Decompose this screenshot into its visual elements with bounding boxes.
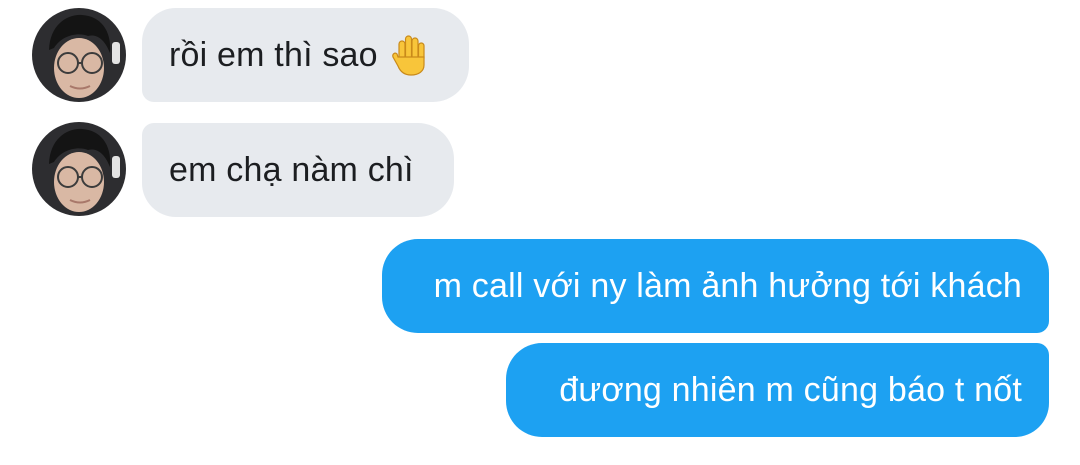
- message-text: em chạ nàm chì: [169, 150, 414, 189]
- outgoing-message-bubble[interactable]: đương nhiên m cũng báo t nốt: [506, 343, 1049, 437]
- message-text: rồi em thì sao: [169, 35, 378, 74]
- sender-avatar[interactable]: [32, 122, 126, 216]
- incoming-message-bubble[interactable]: rồi em thì sao: [142, 8, 469, 102]
- raised-hand-icon: [390, 33, 430, 77]
- message-text: đương nhiên m cũng báo t nốt: [559, 370, 1022, 409]
- outgoing-message-bubble[interactable]: m call với ny làm ảnh hưởng tới khách: [382, 239, 1049, 333]
- sender-avatar[interactable]: [32, 8, 126, 102]
- avatar-photo: [32, 8, 126, 102]
- incoming-message-bubble[interactable]: em chạ nàm chì: [142, 123, 454, 217]
- avatar-photo: [32, 122, 126, 216]
- message-text: m call với ny làm ảnh hưởng tới khách: [433, 266, 1022, 305]
